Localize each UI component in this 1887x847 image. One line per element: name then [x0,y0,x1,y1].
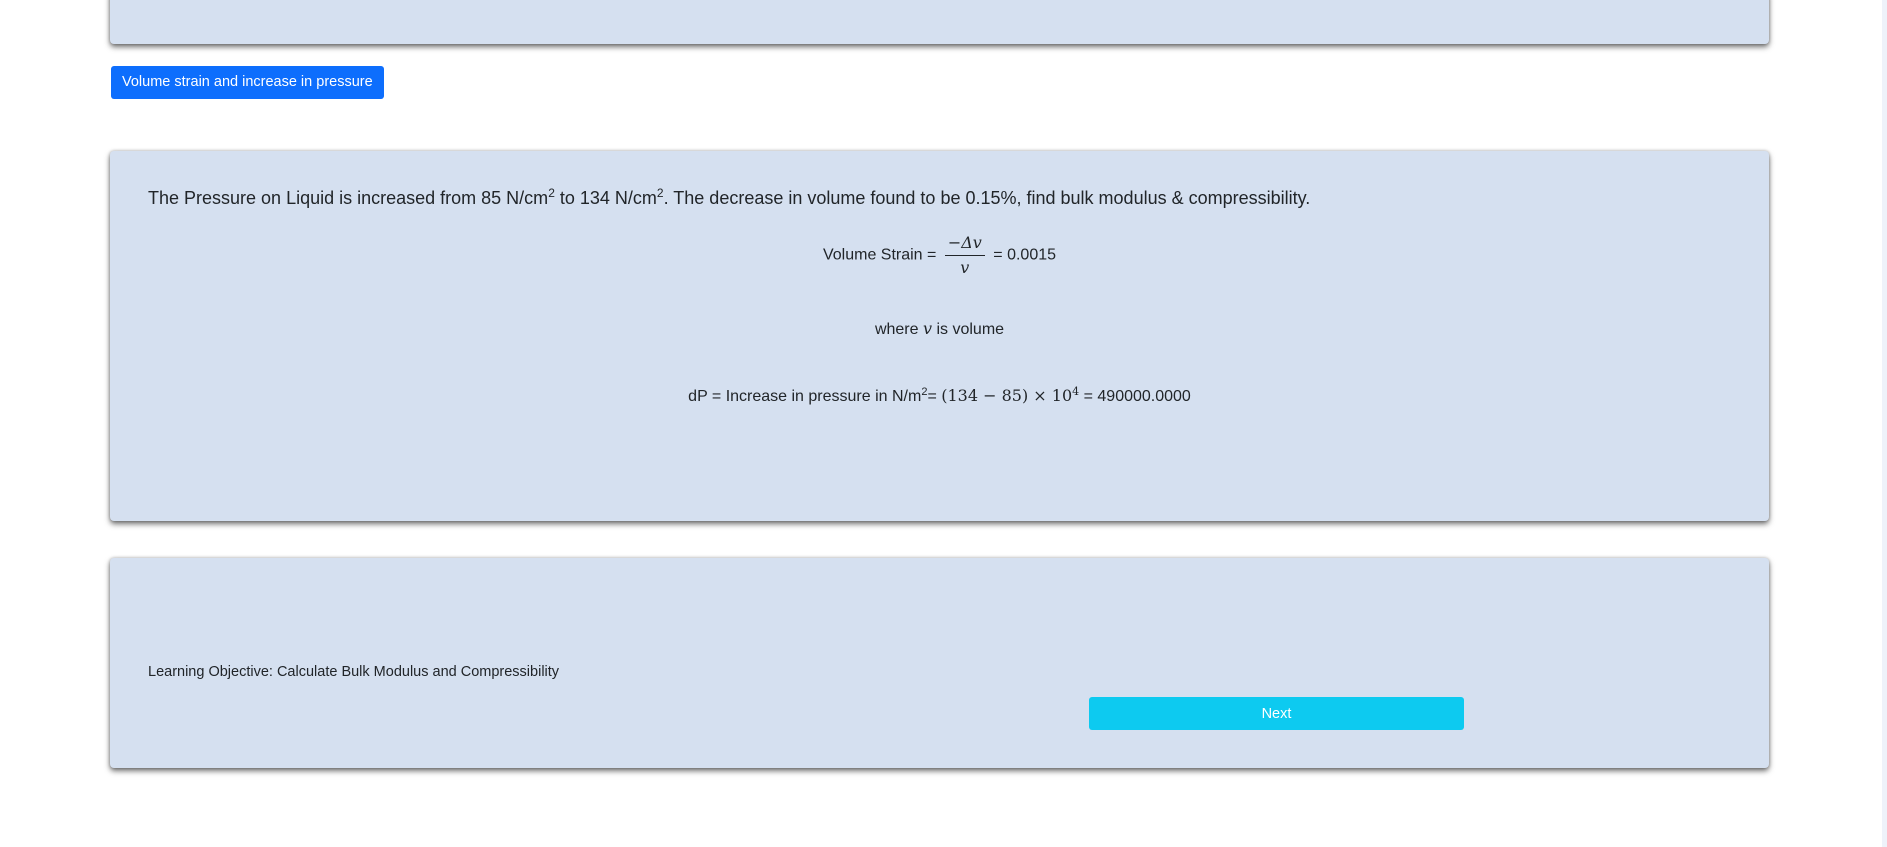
learning-objective: Learning Objective: Calculate Bulk Modul… [148,664,560,680]
problem-statement: The Pressure on Liquid is increased from… [148,186,1310,210]
scrollbar-track[interactable] [1882,0,1887,847]
volume-strain-label: Volume Strain = [822,246,937,264]
where-variable: v [922,319,933,338]
previous-card [110,0,1769,44]
where-prefix: where [874,321,919,338]
pressure-increase-equation: dP = Increase in pressure in N/m2= (134 … [110,386,1769,406]
pressure-exponent: 4 [1072,385,1080,398]
pressure-result: = 490000.0000 [1083,388,1191,405]
volume-strain-fraction: −Δv v [944,233,985,278]
problem-text-part1: The Pressure on Liquid is increased from… [148,188,549,208]
volume-strain-equation: Volume Strain = −Δv v = 0.0015 [110,233,1769,278]
fraction-denominator: v [960,258,970,277]
problem-text-part2: to 134 N/cm [554,188,657,208]
problem-unit-sup-1: 2 [548,186,555,200]
problem-card: The Pressure on Liquid is increased from… [110,151,1769,521]
page: Volume strain and increase in pressure T… [0,0,1887,847]
problem-unit-sup-2: 2 [656,186,664,200]
volume-strain-tab-button[interactable]: Volume strain and increase in pressure [111,66,384,99]
volume-strain-result: = 0.0015 [993,246,1057,264]
fraction-numerator: −Δv [944,233,985,256]
next-button[interactable]: Next [1089,697,1464,730]
pressure-expression: (134 − 85) × 10 [941,386,1073,405]
pressure-label: dP = Increase in pressure in N/m [688,388,922,405]
objective-card: Learning Objective: Calculate Bulk Modul… [110,558,1769,768]
where-suffix: is volume [936,321,1005,338]
where-statement: where v is volume [110,319,1769,339]
problem-text-part3: . The decrease in volume found to be 0.1… [663,188,1311,208]
pressure-equals: = [927,388,937,405]
